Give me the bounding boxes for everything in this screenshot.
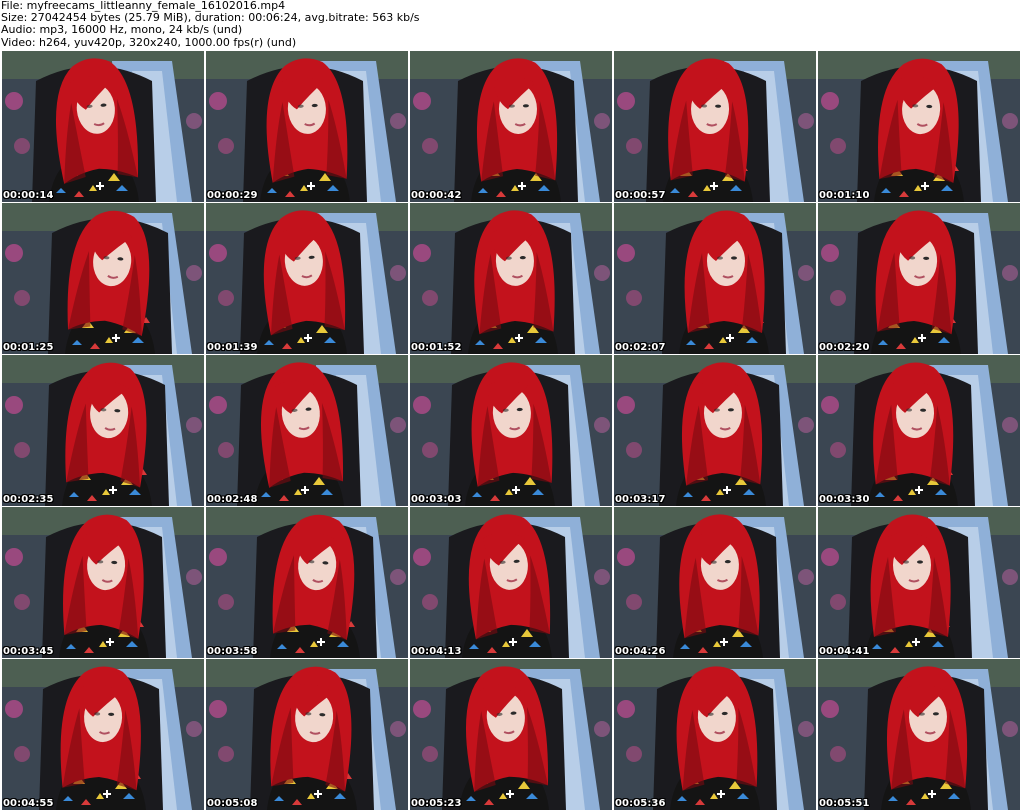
video-frame-thumbnail: 00:01:10 bbox=[818, 51, 1020, 202]
video-frame-thumbnail: 00:01:39 bbox=[206, 203, 408, 354]
thumbnail-grid: 00:00:14 00:00:29 00:00:42 00:00:57 00:0… bbox=[2, 51, 1022, 811]
video-frame-thumbnail: 00:03:17 bbox=[614, 355, 816, 506]
frame-image bbox=[614, 355, 816, 506]
frame-timestamp: 00:05:51 bbox=[819, 798, 870, 809]
video-frame-thumbnail: 00:02:20 bbox=[818, 203, 1020, 354]
frame-timestamp: 00:00:42 bbox=[411, 190, 462, 201]
frame-image bbox=[2, 659, 204, 810]
frame-image bbox=[2, 507, 204, 658]
frame-image bbox=[206, 659, 408, 810]
frame-timestamp: 00:03:03 bbox=[411, 494, 462, 505]
frame-timestamp: 00:04:55 bbox=[3, 798, 54, 809]
frame-image bbox=[818, 659, 1020, 810]
frame-image bbox=[2, 51, 204, 202]
frame-image bbox=[614, 507, 816, 658]
frame-image bbox=[410, 203, 612, 354]
frame-timestamp: 00:02:07 bbox=[615, 342, 666, 353]
video-frame-thumbnail: 00:05:36 bbox=[614, 659, 816, 810]
video-frame-thumbnail: 00:00:14 bbox=[2, 51, 204, 202]
video-frame-thumbnail: 00:01:25 bbox=[2, 203, 204, 354]
video-frame-thumbnail: 00:03:45 bbox=[2, 507, 204, 658]
video-frame-thumbnail: 00:05:08 bbox=[206, 659, 408, 810]
frame-timestamp: 00:02:48 bbox=[207, 494, 258, 505]
video-frame-thumbnail: 00:00:57 bbox=[614, 51, 816, 202]
file-info-header: File: myfreecams_littleanny_female_16102… bbox=[0, 0, 1024, 50]
frame-timestamp: 00:03:58 bbox=[207, 646, 258, 657]
frame-timestamp: 00:05:36 bbox=[615, 798, 666, 809]
video-frame-thumbnail: 00:02:35 bbox=[2, 355, 204, 506]
video-frame-thumbnail: 00:02:07 bbox=[614, 203, 816, 354]
frame-image bbox=[206, 355, 408, 506]
frame-image bbox=[410, 355, 612, 506]
frame-timestamp: 00:03:30 bbox=[819, 494, 870, 505]
frame-image bbox=[206, 51, 408, 202]
frame-image bbox=[2, 203, 204, 354]
frame-image bbox=[206, 203, 408, 354]
video-frame-thumbnail: 00:03:58 bbox=[206, 507, 408, 658]
frame-timestamp: 00:03:45 bbox=[3, 646, 54, 657]
frame-timestamp: 00:05:23 bbox=[411, 798, 462, 809]
video-frame-thumbnail: 00:00:42 bbox=[410, 51, 612, 202]
frame-image bbox=[818, 51, 1020, 202]
frame-image bbox=[818, 203, 1020, 354]
frame-image bbox=[614, 51, 816, 202]
frame-image bbox=[206, 507, 408, 658]
video-frame-thumbnail: 00:04:55 bbox=[2, 659, 204, 810]
frame-timestamp: 00:04:13 bbox=[411, 646, 462, 657]
frame-image bbox=[410, 51, 612, 202]
frame-image bbox=[818, 507, 1020, 658]
audio-info-line: Audio: mp3, 16000 Hz, mono, 24 kb/s (und… bbox=[1, 23, 243, 37]
frame-timestamp: 00:01:39 bbox=[207, 342, 258, 353]
frame-image bbox=[614, 203, 816, 354]
frame-image bbox=[818, 355, 1020, 506]
video-frame-thumbnail: 00:04:13 bbox=[410, 507, 612, 658]
frame-timestamp: 00:05:08 bbox=[207, 798, 258, 809]
frame-image bbox=[614, 659, 816, 810]
frame-timestamp: 00:00:29 bbox=[207, 190, 258, 201]
frame-timestamp: 00:02:20 bbox=[819, 342, 870, 353]
frame-timestamp: 00:00:14 bbox=[3, 190, 54, 201]
video-frame-thumbnail: 00:04:26 bbox=[614, 507, 816, 658]
video-frame-thumbnail: 00:04:41 bbox=[818, 507, 1020, 658]
frame-timestamp: 00:02:35 bbox=[3, 494, 54, 505]
frame-timestamp: 00:01:52 bbox=[411, 342, 462, 353]
frame-timestamp: 00:04:41 bbox=[819, 646, 870, 657]
frame-timestamp: 00:00:57 bbox=[615, 190, 666, 201]
frame-timestamp: 00:01:25 bbox=[3, 342, 54, 353]
video-frame-thumbnail: 00:05:23 bbox=[410, 659, 612, 810]
frame-timestamp: 00:04:26 bbox=[615, 646, 666, 657]
frame-timestamp: 00:01:10 bbox=[819, 190, 870, 201]
frame-image bbox=[410, 507, 612, 658]
frame-timestamp: 00:03:17 bbox=[615, 494, 666, 505]
video-frame-thumbnail: 00:01:52 bbox=[410, 203, 612, 354]
video-info-line: Video: h264, yuv420p, 320x240, 1000.00 f… bbox=[1, 35, 297, 49]
video-frame-thumbnail: 00:00:29 bbox=[206, 51, 408, 202]
frame-image bbox=[2, 355, 204, 506]
video-frame-thumbnail: 00:02:48 bbox=[206, 355, 408, 506]
video-frame-thumbnail: 00:05:51 bbox=[818, 659, 1020, 810]
frame-image bbox=[410, 659, 612, 810]
video-frame-thumbnail: 00:03:30 bbox=[818, 355, 1020, 506]
video-frame-thumbnail: 00:03:03 bbox=[410, 355, 612, 506]
